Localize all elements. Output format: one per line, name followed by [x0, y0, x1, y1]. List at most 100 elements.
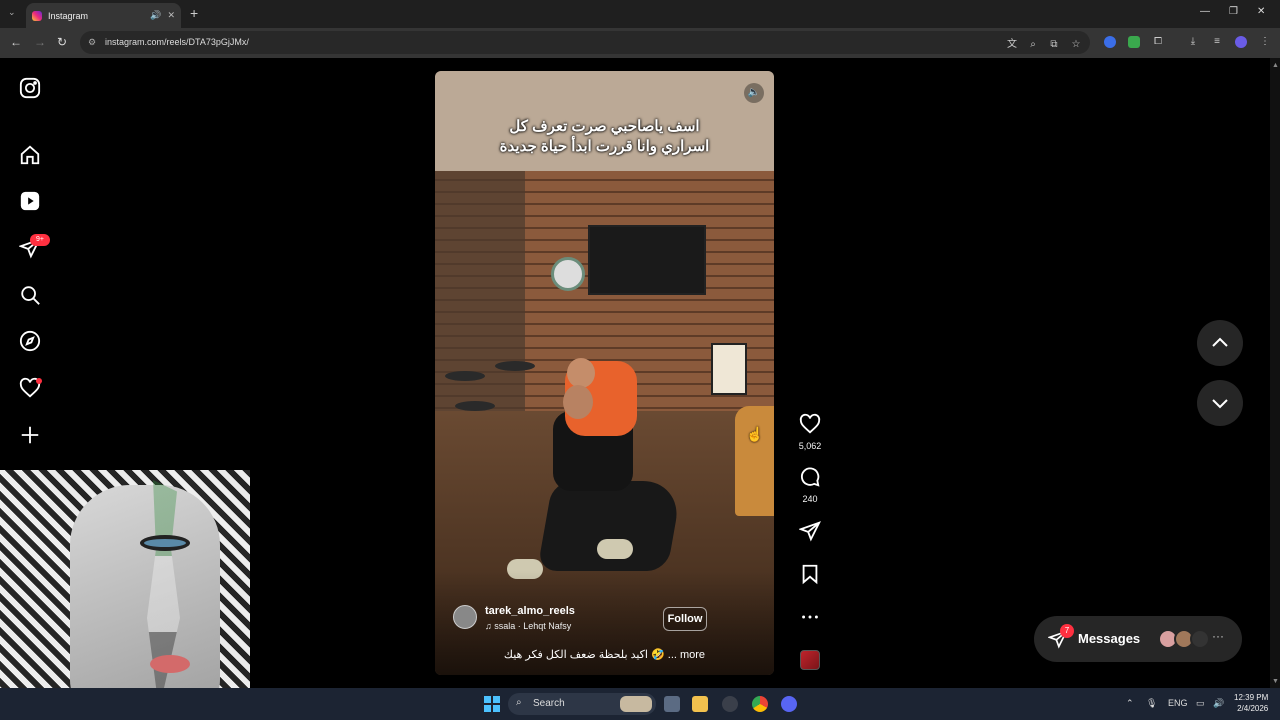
- chevron-up-icon: [1212, 337, 1228, 347]
- task-view-icon[interactable]: [664, 696, 680, 712]
- reels-icon[interactable]: [19, 190, 41, 212]
- author-username[interactable]: tarek_almo_reels: [485, 605, 575, 617]
- overlay-line-2: اسراري وانا قررت ابدأ حياة جديدة: [499, 138, 710, 155]
- explore-compass-icon[interactable]: [19, 330, 41, 352]
- wooden-chair: [735, 406, 774, 516]
- file-explorer-icon[interactable]: [692, 696, 708, 712]
- windows-taskbar: ⌕ Search ⌃ 🎙 ENG ▭ 🔊 12:39 PM 2/4/2026: [0, 688, 1280, 720]
- forward-icon[interactable]: →: [34, 35, 46, 49]
- more-dots-icon: ···: [1212, 629, 1224, 643]
- extension-blue-icon[interactable]: [1104, 36, 1116, 48]
- instagram-logo-icon[interactable]: [19, 77, 41, 99]
- reload-icon[interactable]: ↻: [57, 35, 67, 49]
- back-icon[interactable]: ←: [10, 35, 22, 49]
- portrait-face: [70, 485, 220, 720]
- bar-table: [455, 401, 495, 411]
- extension-shield-icon[interactable]: [1128, 36, 1140, 48]
- more-options-button[interactable]: [798, 606, 822, 633]
- messages-button[interactable]: 7 Messages ···: [1034, 616, 1242, 662]
- like-button[interactable]: 5,062: [798, 413, 822, 451]
- network-icon[interactable]: ▭: [1196, 698, 1205, 709]
- browser-tab-strip: ⌄ Instagram 🔊 ✕ + — ❐ ✕: [0, 0, 1280, 28]
- save-button[interactable]: [798, 563, 822, 590]
- scroll-up-icon[interactable]: ▲: [1272, 62, 1279, 69]
- translate-icon[interactable]: 文: [1006, 39, 1018, 51]
- tab-audio-icon[interactable]: 🔊: [150, 10, 161, 21]
- previous-reel-button[interactable]: [1197, 320, 1243, 366]
- taskbar-clock[interactable]: 12:39 PM 2/4/2026: [1234, 692, 1268, 714]
- browser-toolbar: ← → ↻ ⚙ instagram.com/reels/DTA73pGjJMx/…: [0, 28, 1280, 58]
- more-dots-icon: [802, 615, 818, 619]
- notifications-badge: 9+: [30, 234, 50, 246]
- comment-button[interactable]: 240: [798, 466, 822, 504]
- menu-kebab-icon[interactable]: ⋮: [1259, 36, 1271, 48]
- search-icon[interactable]: [19, 284, 41, 306]
- mute-toggle-icon[interactable]: 🔈: [744, 83, 764, 103]
- home-icon[interactable]: [19, 144, 41, 166]
- messages-badge: 7: [1060, 624, 1074, 638]
- taskbar-search[interactable]: ⌕ Search: [508, 693, 656, 715]
- url-text[interactable]: instagram.com/reels/DTA73pGjJMx/: [105, 37, 249, 47]
- music-note-icon: ♫: [485, 621, 495, 631]
- profile-icon[interactable]: [1235, 36, 1247, 48]
- extensions-puzzle-icon[interactable]: ⧠: [1152, 36, 1164, 48]
- person-head: [567, 358, 595, 388]
- share-button[interactable]: [798, 520, 822, 547]
- cast-icon[interactable]: ⧉: [1048, 39, 1060, 51]
- tab-title: Instagram: [48, 10, 89, 21]
- chrome-icon[interactable]: [752, 696, 768, 712]
- wall-clock: [551, 257, 585, 291]
- tray-chevron-icon[interactable]: ⌃: [1126, 698, 1134, 709]
- create-plus-icon[interactable]: [19, 424, 41, 446]
- reel-video[interactable]: اسف ياصاحبي صرت تعرف كل اسراري وانا قررت…: [435, 71, 774, 675]
- app-icon[interactable]: [722, 696, 738, 712]
- bar-table: [445, 371, 485, 381]
- avatar: [1190, 629, 1210, 649]
- discord-icon[interactable]: [781, 696, 797, 712]
- search-icon: ⌕: [516, 697, 522, 708]
- media-control-icon[interactable]: ≡: [1211, 36, 1223, 48]
- tab-instagram[interactable]: Instagram 🔊 ✕: [26, 3, 181, 28]
- overlay-line-1: اسف ياصاحبي صرت تعرف كل: [509, 118, 700, 135]
- picture-in-picture-image[interactable]: [0, 470, 250, 720]
- bar-table: [495, 361, 535, 371]
- person-head: [563, 385, 593, 419]
- new-tab-button[interactable]: +: [190, 5, 198, 21]
- scroll-down-icon[interactable]: ▼: [1272, 678, 1279, 685]
- page-scrollbar[interactable]: [1270, 58, 1280, 688]
- wall-shadow: [435, 171, 525, 431]
- portrait-lips: [150, 655, 190, 673]
- language-indicator[interactable]: ENG: [1168, 698, 1188, 708]
- messages-label: Messages: [1078, 631, 1141, 646]
- wall-frame: [711, 343, 747, 395]
- video-text-overlay: اسف ياصاحبي صرت تعرف كل اسراري وانا قررت…: [435, 117, 774, 157]
- audio-thumbnail[interactable]: [800, 650, 820, 670]
- next-reel-button[interactable]: [1197, 380, 1243, 426]
- restore-icon[interactable]: ❐: [1229, 6, 1238, 17]
- zoom-icon[interactable]: ⌕: [1027, 39, 1039, 51]
- windows-start-icon[interactable]: [484, 696, 500, 712]
- volume-icon[interactable]: 🔊: [1213, 698, 1224, 709]
- bookmark-icon: [802, 564, 818, 585]
- minimize-icon[interactable]: —: [1200, 6, 1210, 17]
- audio-track-label: ssala · Lehqt Nafsy: [494, 621, 572, 631]
- tab-search-icon[interactable]: ⌄: [8, 7, 16, 18]
- microphone-icon[interactable]: 🎙: [1146, 698, 1157, 709]
- download-icon[interactable]: ⤓: [1187, 36, 1199, 48]
- portrait-eye: [140, 535, 190, 551]
- follow-button[interactable]: Follow: [663, 607, 707, 631]
- wall-tv: [588, 225, 706, 295]
- comment-count: 240: [802, 494, 818, 504]
- window-close-icon[interactable]: ✕: [1257, 6, 1265, 17]
- site-info-icon[interactable]: ⚙: [88, 37, 96, 48]
- comment-icon: [800, 467, 820, 487]
- bookmark-star-icon[interactable]: ☆: [1070, 39, 1082, 51]
- tab-close-icon[interactable]: ✕: [167, 10, 175, 21]
- audio-track[interactable]: ♫ ssala · Lehqt Nafsy: [485, 621, 571, 631]
- reel-caption[interactable]: اكيد بلحظة ضعف الكل فكر هيك 🤣 ... more: [435, 648, 774, 661]
- instagram-favicon-icon: [32, 10, 42, 21]
- avatar[interactable]: [453, 605, 477, 629]
- address-bar[interactable]: ⚙ instagram.com/reels/DTA73pGjJMx/ 文 ⌕ ⧉…: [80, 31, 1090, 54]
- chevron-down-icon: [1212, 399, 1228, 409]
- heart-icon: [799, 413, 821, 434]
